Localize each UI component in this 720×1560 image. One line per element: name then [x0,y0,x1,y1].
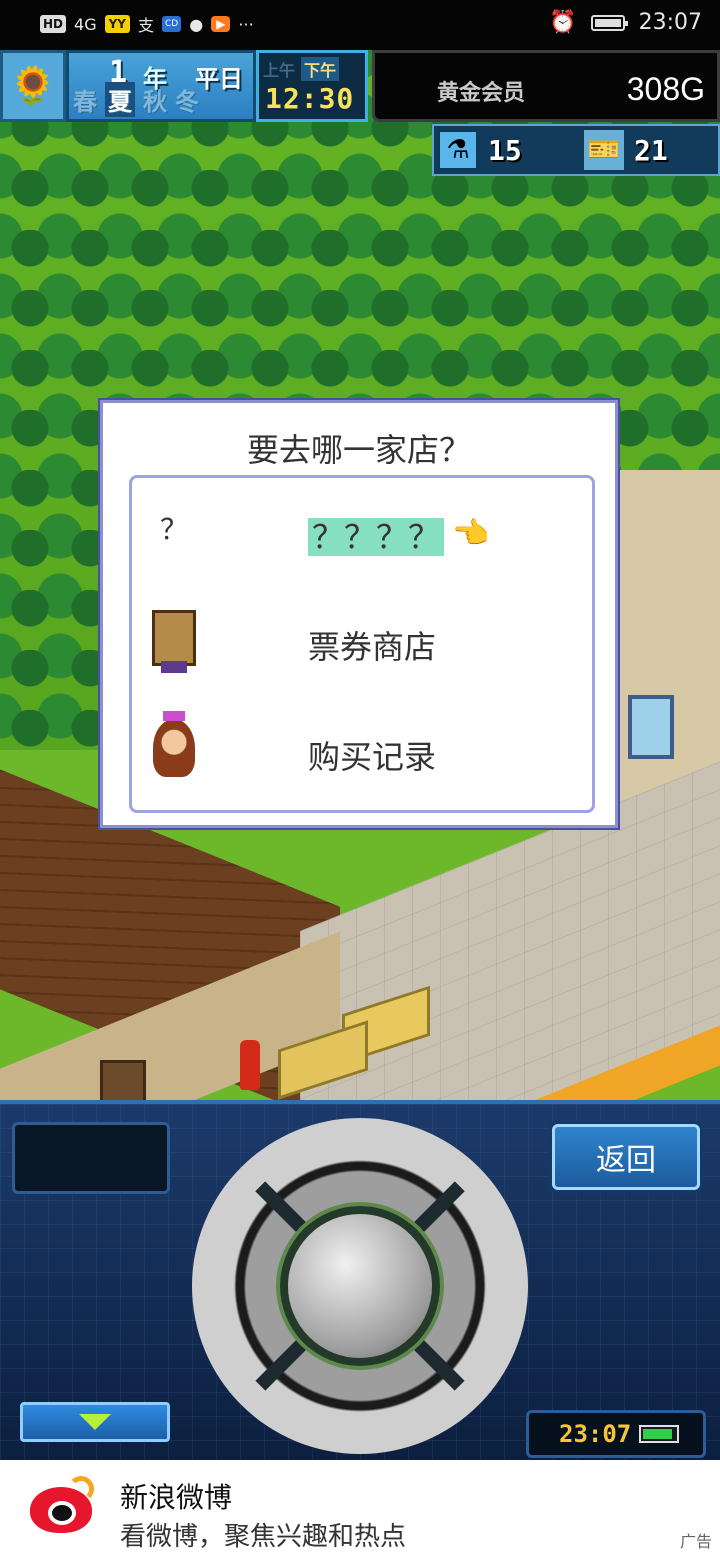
fire-extinguisher [240,1040,260,1090]
shop-select-dialog: 要去哪一家店？ ？ ？？？？ 👈 票券商店 购买记录 [100,400,618,828]
shop-option-ticket-shop[interactable]: 票券商店 [132,594,592,694]
alipay-icon: 支 [137,16,154,35]
building-window [628,695,674,759]
am-label: 上午 [263,61,296,80]
down-arrow-icon [79,1414,111,1430]
shop-list: ？ ？？？？ 👈 票券商店 购买记录 [129,475,595,813]
selected-highlight: ？？？？ [308,518,445,556]
shop-option-label: 购买记录 [308,738,437,776]
china-daily-icon: CD [162,16,182,32]
season-summer: 夏 [105,82,135,117]
status-time: 23:07 [638,10,702,35]
game-time: 12:30 [265,82,355,115]
ad-title: 新浪微博 [120,1481,233,1514]
member-badge: 黄金会员 [437,81,526,106]
alarm-icon: ⏰ [549,10,577,35]
dialog-title: 要去哪一家店？ [246,431,471,469]
ampm-indicator: 上午 下午 [263,57,340,81]
shop-option-label: ？？？？ [308,512,445,558]
flask-count: 15 [488,133,522,167]
status-right: ⏰ 23:07 [549,10,702,35]
shop-option-purchase-history[interactable]: 购买记录 [132,704,592,804]
season-autumn: 秋 [143,88,167,116]
scroll-down-button[interactable] [20,1402,170,1442]
day-type: 平日 [195,65,243,93]
girl-character-icon [150,711,198,778]
status-left: HD 4G YY 支 CD ● ▶ ··· [40,12,254,36]
sunflower-icon: 🌻 [0,50,66,122]
status-bar: HD 4G YY 支 CD ● ▶ ··· ⏰ 23:07 [0,0,720,50]
signal-icon: 4G [74,14,97,34]
kuaishou-icon: ▶ [211,16,231,32]
money-amount: 308G [626,71,705,107]
bag-head-character-icon [150,608,198,673]
shop-option-unknown[interactable]: ？ ？？？？ 👈 [132,484,592,584]
shop-option-label: 票券商店 [308,628,437,666]
back-button[interactable]: 返回 [552,1124,700,1190]
ticket-icon: 🎫 [584,130,624,170]
game-hud: 🌻 1 年 平日 春 夏 秋 冬 上午 下午 12:30 黄金会员 308G [0,50,720,124]
controller-panel: 返回 23:07 [0,1100,720,1460]
dpad-center-button[interactable] [280,1206,440,1366]
game-clock-panel: 上午 下午 12:30 [256,50,368,122]
battery-level-icon [639,1425,680,1443]
flask-resource: ⚗ 15 [438,130,522,170]
ad-label: 广告 [679,1532,712,1551]
season-indicator: 春 夏 秋 冬 [73,82,199,117]
yy-app-icon: YY [104,15,130,33]
season-spring: 春 [73,88,97,116]
empty-slot [12,1122,170,1194]
directional-pad[interactable] [192,1118,528,1454]
more-notifications-icon: ··· [238,14,254,34]
hd-indicator: HD [40,15,67,33]
room-door [100,1060,146,1100]
resource-bar: ⚗ 15 🎫 21 [432,124,720,176]
weibo-logo-icon [22,1470,100,1550]
qq-icon: ● [189,14,204,34]
device-clock-panel: 23:07 [526,1410,706,1458]
season-winter: 冬 [175,88,199,116]
question-icon: ？ [159,513,188,546]
ad-subtitle: 看微博，聚焦兴趣和热点 [120,1522,407,1552]
device-clock: 23:07 [559,1420,632,1448]
ticket-resource: 🎫 21 [584,130,668,170]
flask-icon: ⚗ [438,130,478,170]
ad-banner[interactable]: 新浪微博 看微博，聚焦兴趣和热点 广告 [0,1460,720,1560]
battery-icon [590,14,628,31]
date-panel: 1 年 平日 春 夏 秋 冬 [66,50,256,122]
money-panel: 黄金会员 308G [372,50,720,122]
pm-label: 下午 [301,57,340,81]
ticket-count: 21 [634,133,668,167]
pointing-hand-icon: 👈 [452,516,490,551]
